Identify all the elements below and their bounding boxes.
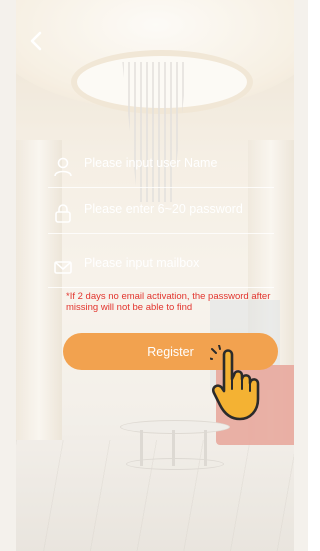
email-underline — [48, 287, 274, 288]
password-underline — [48, 233, 274, 234]
email-placeholder: Please input mailbox — [84, 256, 200, 270]
tap-hand-icon — [210, 345, 260, 421]
user-icon — [54, 157, 72, 177]
activation-warning: *If 2 days no email activation, the pass… — [66, 291, 271, 313]
username-field[interactable]: Please input user Name — [48, 152, 278, 188]
chevron-left-icon — [30, 31, 42, 51]
back-button[interactable] — [24, 28, 50, 54]
username-underline — [48, 187, 274, 188]
app-frame: Please input user Name Please enter 6~20… — [0, 0, 308, 551]
email-field[interactable]: Please input mailbox — [48, 252, 278, 288]
password-field[interactable]: Please enter 6~20 password — [48, 198, 278, 234]
lock-icon — [55, 204, 71, 223]
password-placeholder: Please enter 6~20 password — [84, 202, 243, 216]
mail-icon — [54, 261, 72, 274]
username-placeholder: Please input user Name — [84, 156, 218, 170]
